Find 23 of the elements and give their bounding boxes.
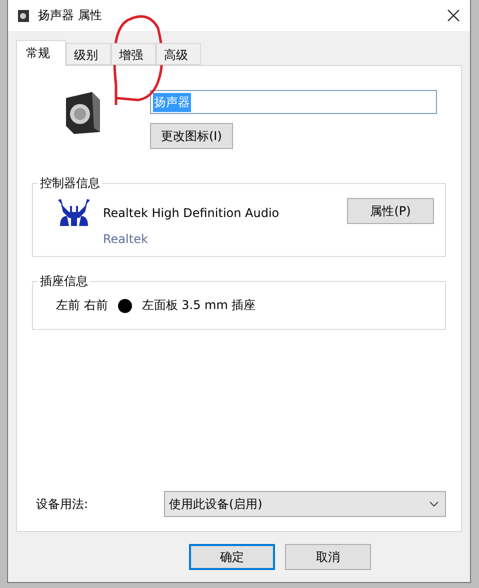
tab[interactable]: 高级	[156, 43, 201, 65]
jack-description: 左面板 3.5 mm 插座	[142, 297, 256, 314]
close-icon[interactable]	[447, 9, 460, 22]
tab[interactable]: 增强	[111, 43, 156, 65]
speaker-icon	[64, 90, 102, 134]
window-title: 扬声器 属性	[38, 7, 103, 24]
name-text: 扬声器	[153, 92, 191, 112]
dialog-button[interactable]: 确定	[189, 544, 275, 570]
crab-logo-icon	[57, 198, 91, 228]
properties-button[interactable]: 属性(P)	[347, 198, 434, 224]
dialog-button[interactable]: 取消	[285, 544, 371, 570]
change-icon-button[interactable]: 更改图标(I)	[150, 123, 233, 149]
vendor-link[interactable]: Realtek	[103, 232, 347, 246]
device-usage-dropdown[interactable]: 使用此设备(启用)	[164, 491, 446, 517]
group-heading: 控制器信息	[38, 175, 102, 192]
tab[interactable]: 常规	[16, 40, 66, 66]
group-heading: 插座信息	[38, 273, 90, 290]
tab[interactable]: 级别	[66, 43, 111, 65]
controller-name: Realtek High Definition Audio	[103, 206, 280, 220]
device-usage-label: 设备用法:	[36, 496, 90, 512]
speaker-icon	[18, 8, 30, 22]
chevron-down-icon	[429, 501, 439, 507]
jack-channels: 左前 右前	[56, 297, 108, 314]
